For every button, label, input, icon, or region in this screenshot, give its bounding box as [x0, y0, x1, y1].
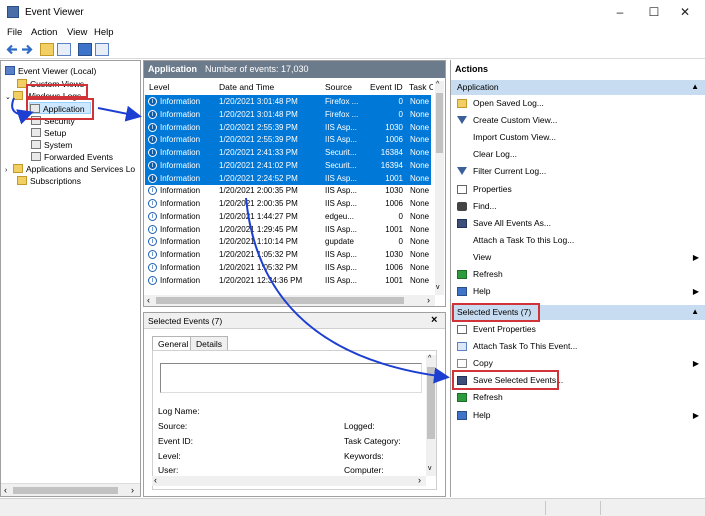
arrow-list-to-save-selected	[245, 197, 450, 384]
arrow-application-to-list	[97, 105, 142, 122]
annotation-arrows	[11, 97, 450, 384]
arrow-windows-logs-to-application	[11, 97, 34, 125]
